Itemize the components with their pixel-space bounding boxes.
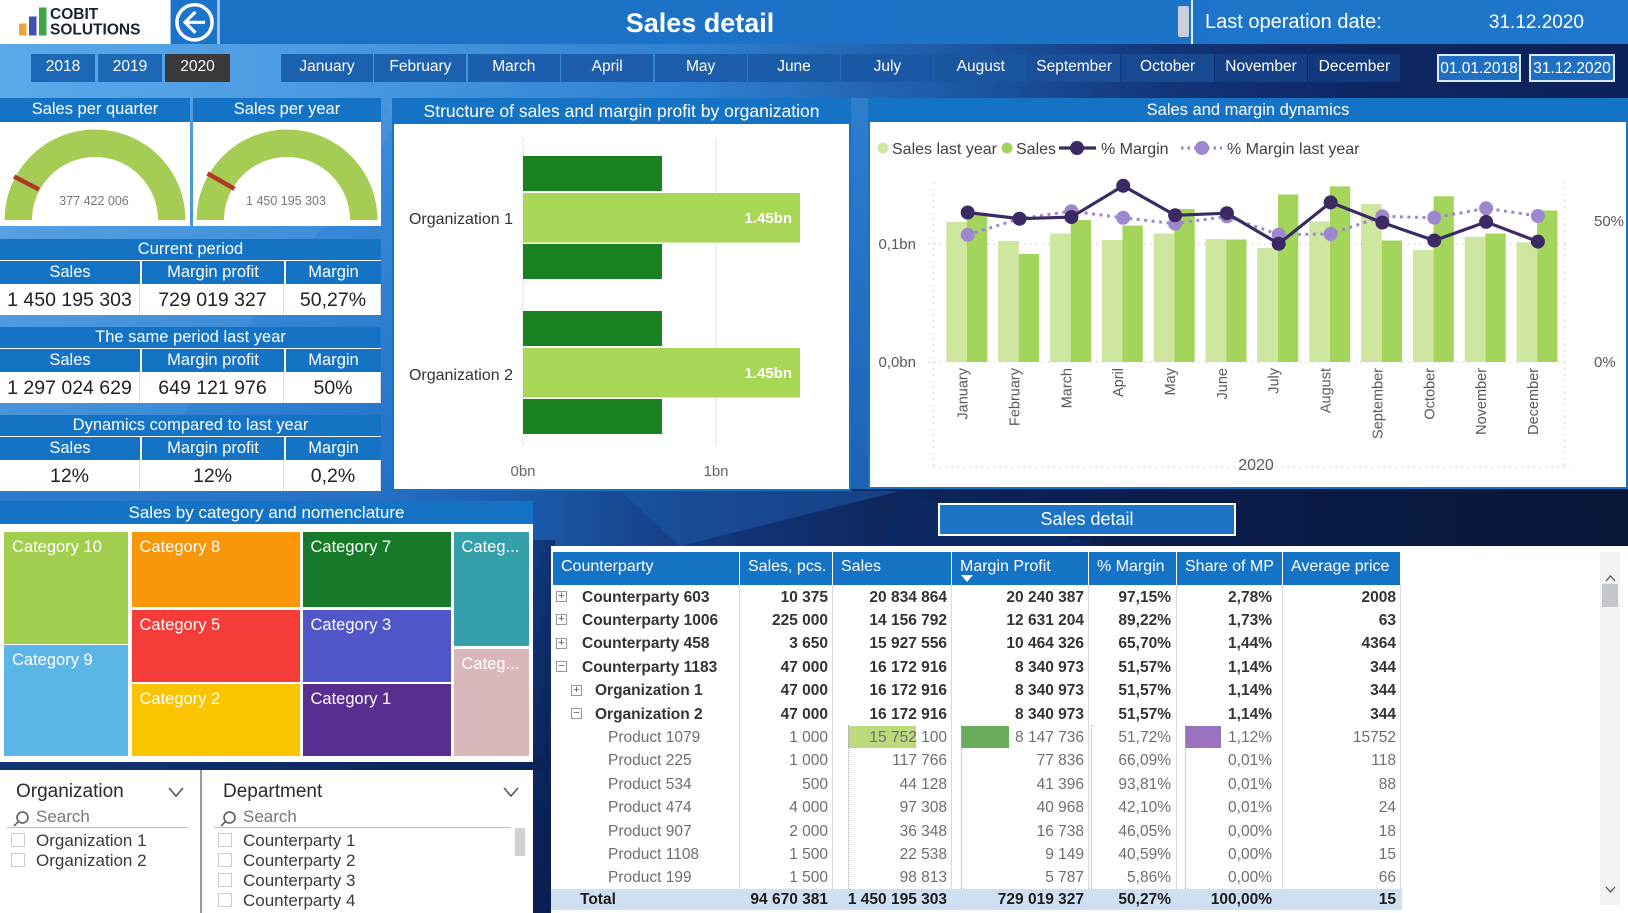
- svg-text:Sales: Sales: [1016, 141, 1056, 158]
- svg-text:Sales last year: Sales last year: [892, 141, 998, 158]
- svg-text:1.45bn: 1.45bn: [744, 210, 792, 227]
- svg-text:0,0bn: 0,0bn: [878, 354, 916, 371]
- svg-text:50%: 50%: [1594, 213, 1624, 230]
- svg-text:0,1bn: 0,1bn: [878, 236, 916, 253]
- svg-text:1.45bn: 1.45bn: [744, 365, 792, 382]
- svg-text:May: May: [1163, 367, 1179, 395]
- svg-text:COBIT: COBIT: [50, 6, 99, 23]
- svg-text:June: June: [1215, 368, 1231, 399]
- svg-text:SOLUTIONS: SOLUTIONS: [50, 22, 140, 39]
- svg-text:% Margin last year: % Margin last year: [1227, 141, 1360, 158]
- svg-text:November: November: [1474, 368, 1490, 435]
- svg-text:0%: 0%: [1594, 354, 1616, 371]
- svg-text:October: October: [1422, 368, 1438, 420]
- svg-text:February: February: [1008, 367, 1024, 426]
- svg-text:August: August: [1319, 368, 1335, 413]
- svg-text:% Margin: % Margin: [1101, 141, 1169, 158]
- svg-text:Organization 1: Organization 1: [409, 211, 513, 228]
- svg-text:April: April: [1111, 368, 1127, 397]
- svg-text:1bn: 1bn: [703, 463, 728, 480]
- svg-text:1 450 195 303: 1 450 195 303: [246, 194, 326, 208]
- svg-text:September: September: [1370, 368, 1386, 439]
- svg-text:December: December: [1526, 368, 1542, 435]
- svg-text:0bn: 0bn: [510, 463, 535, 480]
- svg-text:Organization 2: Organization 2: [409, 367, 513, 384]
- svg-text:July: July: [1267, 367, 1283, 394]
- svg-text:2020: 2020: [1238, 457, 1274, 474]
- svg-text:377 422 006: 377 422 006: [59, 194, 129, 208]
- svg-text:January: January: [956, 367, 972, 419]
- svg-text:March: March: [1059, 368, 1075, 408]
